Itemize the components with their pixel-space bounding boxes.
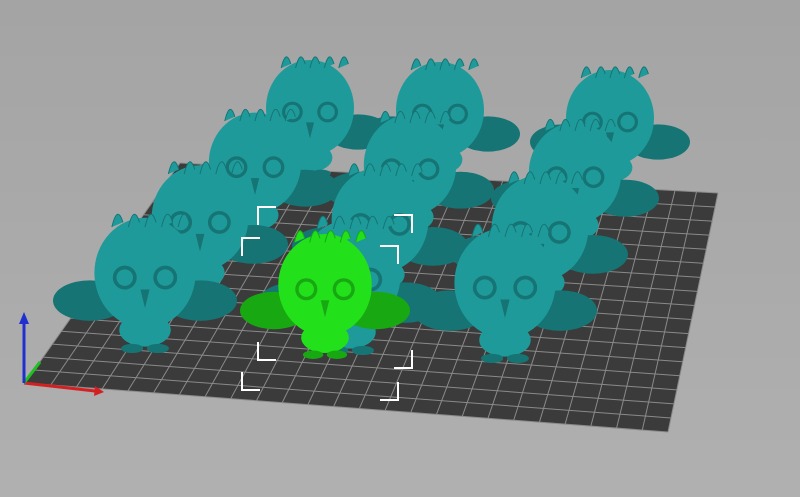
eye (156, 269, 174, 286)
eye (450, 106, 465, 122)
eye (585, 169, 602, 185)
eye (298, 281, 314, 297)
eye (420, 161, 437, 177)
eye (516, 279, 534, 296)
owl-body (94, 217, 196, 329)
eye (211, 214, 228, 231)
foot (146, 343, 169, 354)
foot (302, 350, 324, 359)
eye (551, 224, 568, 241)
eye (116, 269, 134, 286)
owl-belly (119, 313, 171, 347)
z-axis-arrow (19, 312, 29, 324)
owl-belly (479, 323, 531, 357)
foot (351, 345, 374, 356)
3d-viewport[interactable] (0, 0, 800, 497)
scene[interactable] (0, 0, 800, 497)
foot (121, 343, 144, 354)
feather (338, 56, 349, 69)
foot (481, 353, 504, 364)
eye (336, 281, 352, 297)
owl-body (278, 234, 372, 336)
eye (476, 279, 494, 296)
owl-belly (301, 322, 349, 354)
feather (638, 66, 649, 79)
foot (506, 353, 529, 364)
foot (326, 350, 348, 359)
eye (265, 159, 282, 175)
feather (468, 58, 479, 71)
eye (620, 114, 635, 130)
owl-body (454, 227, 556, 339)
eye (320, 104, 335, 120)
